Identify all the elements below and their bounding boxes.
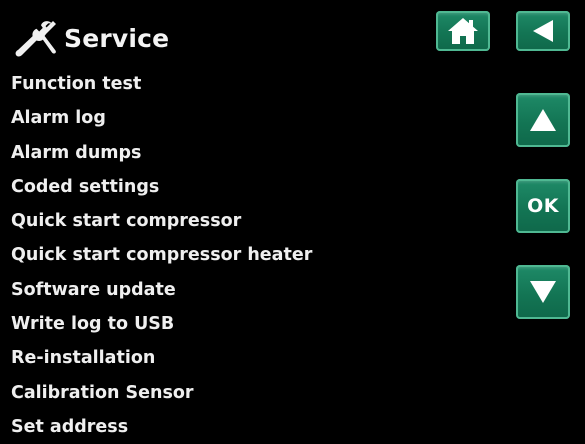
scroll-up-button[interactable] — [516, 93, 570, 147]
home-button[interactable] — [436, 11, 490, 51]
up-arrow-icon — [530, 109, 556, 131]
menu-item-set-address[interactable]: Set address — [11, 410, 411, 444]
down-arrow-icon — [530, 281, 556, 303]
service-menu: Function test Alarm log Alarm dumps Code… — [11, 67, 411, 444]
menu-item-quick-start-compressor[interactable]: Quick start compressor — [11, 204, 411, 238]
home-icon — [448, 18, 478, 44]
page-header: Service — [10, 16, 169, 60]
page-title: Service — [64, 23, 170, 53]
menu-item-alarm-dumps[interactable]: Alarm dumps — [11, 136, 411, 170]
menu-item-quick-start-compressor-heater[interactable]: Quick start compressor heater — [11, 238, 411, 272]
menu-item-software-update[interactable]: Software update — [11, 273, 411, 307]
service-screen: Service Function test Alarm log Alarm du… — [0, 0, 585, 441]
menu-item-coded-settings[interactable]: Coded settings — [11, 170, 411, 204]
back-button[interactable] — [516, 11, 570, 51]
ok-button-label: OK — [527, 195, 559, 217]
menu-item-re-installation[interactable]: Re-installation — [11, 341, 411, 375]
back-arrow-icon — [533, 20, 553, 42]
menu-item-write-log-to-usb[interactable]: Write log to USB — [11, 307, 411, 341]
menu-item-alarm-log[interactable]: Alarm log — [11, 101, 411, 135]
ok-button[interactable]: OK — [516, 179, 570, 233]
menu-item-function-test[interactable]: Function test — [11, 67, 411, 101]
tools-icon — [15, 21, 56, 57]
scroll-down-button[interactable] — [516, 265, 570, 319]
menu-item-calibration-sensor[interactable]: Calibration Sensor — [11, 376, 411, 410]
